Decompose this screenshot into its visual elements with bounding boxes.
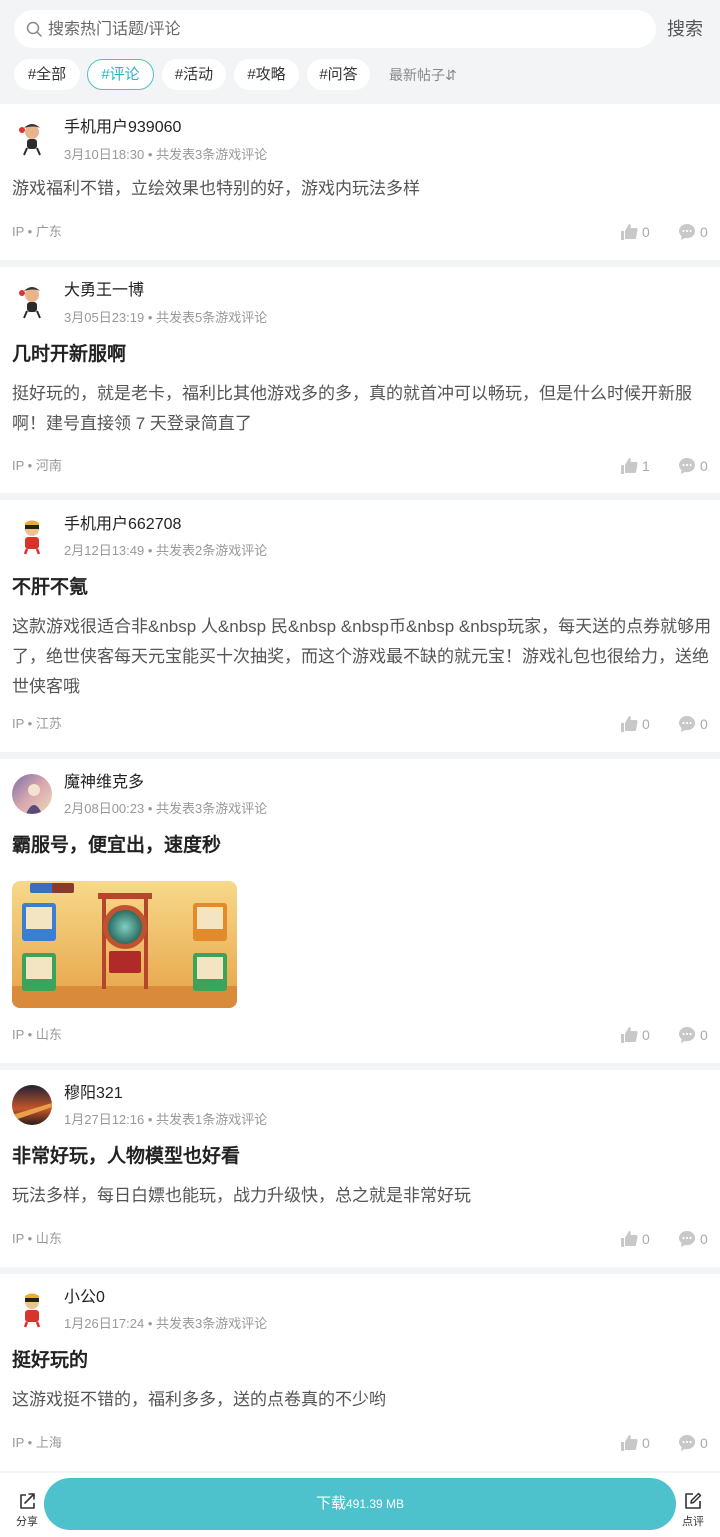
ip-location: IP • 山东 bbox=[12, 1231, 62, 1246]
rate-label: 点评 bbox=[682, 1516, 704, 1528]
tag-qa[interactable]: #问答 bbox=[307, 59, 370, 90]
comment-icon bbox=[679, 224, 695, 240]
search-icon bbox=[26, 21, 42, 37]
post-title: 霸服号，便宜出，速度秒 bbox=[12, 835, 222, 856]
username[interactable]: 手机用户662708 bbox=[64, 515, 181, 535]
download-button[interactable]: 下载491.39 MB bbox=[44, 1478, 676, 1530]
post-meta: 1月27日12:16 • 共发表1条游戏评论 bbox=[64, 1112, 268, 1127]
thumbs-up-icon bbox=[621, 224, 638, 240]
avatar[interactable] bbox=[12, 1085, 52, 1125]
tag-comments[interactable]: #评论 bbox=[87, 59, 154, 90]
comment-count: 0 bbox=[700, 716, 708, 732]
comment-icon bbox=[679, 1435, 695, 1451]
header-bar: 搜索热门话题/评论 搜索 #全部 #评论 #活动 #攻略 #问答 最新帖子⇵ bbox=[0, 0, 720, 104]
post-card[interactable]: 小公0 1月26日17:24 • 共发表3条游戏评论 挺好玩的 这游戏挺不错的，… bbox=[0, 1274, 720, 1471]
share-icon bbox=[20, 1493, 35, 1509]
ip-location: IP • 山东 bbox=[12, 1027, 62, 1042]
username[interactable]: 大勇王一博 bbox=[64, 281, 144, 301]
avatar[interactable] bbox=[12, 774, 52, 814]
comment-count: 0 bbox=[700, 1231, 708, 1247]
comment-icon bbox=[679, 1231, 695, 1247]
thumbs-up-icon bbox=[621, 458, 638, 474]
post-card[interactable]: 手机用户939060 3月10日18:30 • 共发表3条游戏评论 游戏福利不错… bbox=[0, 104, 720, 260]
ip-location: IP • 江苏 bbox=[12, 716, 62, 731]
username[interactable]: 魔神维克多 bbox=[64, 773, 144, 793]
comment-icon bbox=[679, 458, 695, 474]
avatar[interactable] bbox=[12, 1289, 52, 1329]
comment-count: 0 bbox=[700, 1435, 708, 1451]
search-placeholder: 搜索热门话题/评论 bbox=[48, 21, 181, 38]
thumbs-up-icon bbox=[621, 716, 638, 732]
comment-count: 0 bbox=[700, 224, 708, 240]
post-card[interactable]: 大勇王一博 3月05日23:19 • 共发表5条游戏评论 几时开新服啊 挺好玩的… bbox=[0, 267, 720, 493]
share-label: 分享 bbox=[16, 1516, 38, 1528]
tag-events[interactable]: #活动 bbox=[162, 59, 226, 90]
post-body: 这款游戏很适合非&nbsp 人&nbsp 民&nbsp &nbsp币&nbsp … bbox=[12, 617, 712, 696]
share-button[interactable]: 分享 bbox=[10, 1491, 44, 1531]
thumbs-up-icon bbox=[621, 1231, 638, 1247]
download-label: 下载 bbox=[315, 1495, 346, 1512]
like-count: 0 bbox=[642, 1027, 650, 1043]
post-card[interactable]: 手机用户662708 2月12日13:49 • 共发表2条游戏评论 不肝不氪 这… bbox=[0, 500, 720, 752]
sort-dropdown[interactable]: 最新帖子⇵ bbox=[389, 66, 457, 84]
username[interactable]: 小公0 bbox=[64, 1288, 105, 1308]
avatar[interactable] bbox=[12, 118, 52, 158]
avatar[interactable] bbox=[12, 281, 52, 321]
like-count: 0 bbox=[642, 1231, 650, 1247]
post-meta: 1月26日17:24 • 共发表3条游戏评论 bbox=[64, 1316, 268, 1331]
post-meta: 3月05日23:19 • 共发表5条游戏评论 bbox=[64, 310, 268, 325]
search-input[interactable]: 搜索热门话题/评论 bbox=[14, 10, 656, 48]
avatar[interactable] bbox=[12, 516, 52, 556]
like-count: 0 bbox=[642, 1435, 650, 1451]
tag-all[interactable]: #全部 bbox=[14, 59, 80, 90]
rate-button[interactable]: 点评 bbox=[676, 1491, 710, 1531]
post-body: 游戏福利不错，立绘效果也特别的好，游戏内玩法多样 bbox=[12, 179, 420, 198]
like-count: 0 bbox=[642, 716, 650, 732]
username[interactable]: 穆阳321 bbox=[64, 1084, 123, 1104]
comment-icon bbox=[679, 1027, 695, 1043]
comment-icon bbox=[679, 716, 695, 732]
ip-location: IP • 广东 bbox=[12, 224, 62, 239]
ip-location: IP • 上海 bbox=[12, 1435, 62, 1450]
ip-location: IP • 河南 bbox=[12, 458, 62, 473]
post-title: 挺好玩的 bbox=[12, 1350, 89, 1371]
post-title: 非常好玩，人物模型也好看 bbox=[12, 1146, 241, 1167]
post-meta: 2月08日00:23 • 共发表3条游戏评论 bbox=[64, 801, 268, 816]
post-title: 几时开新服啊 bbox=[12, 344, 127, 365]
edit-icon bbox=[685, 1492, 702, 1509]
username[interactable]: 手机用户939060 bbox=[64, 118, 181, 138]
like-count: 0 bbox=[642, 224, 650, 240]
post-meta: 3月10日18:30 • 共发表3条游戏评论 bbox=[64, 147, 268, 162]
post-body: 挺好玩的，就是老卡，福利比其他游戏多的多，真的就首冲可以畅玩，但是什么时候开新服… bbox=[12, 384, 692, 433]
comment-count: 0 bbox=[700, 458, 708, 474]
post-title: 不肝不氪 bbox=[12, 577, 89, 598]
post-body: 玩法多样，每日白嫖也能玩，战力升级快，总之就是非常好玩 bbox=[12, 1186, 471, 1205]
post-meta: 2月12日13:49 • 共发表2条游戏评论 bbox=[64, 543, 268, 558]
tag-guides[interactable]: #攻略 bbox=[234, 59, 299, 90]
post-card[interactable]: 穆阳321 1月27日12:16 • 共发表1条游戏评论 非常好玩，人物模型也好… bbox=[0, 1070, 720, 1267]
thumbs-up-icon bbox=[621, 1027, 638, 1043]
bottom-bar: 分享 下载491.39 MB 点评 bbox=[0, 1473, 720, 1537]
post-image[interactable] bbox=[12, 881, 237, 1008]
download-size: 491.39 MB bbox=[345, 1497, 405, 1511]
thumbs-up-icon bbox=[621, 1435, 638, 1451]
post-card[interactable]: 魔神维克多 2月08日00:23 • 共发表3条游戏评论 霸服号，便宜出，速度秒 bbox=[0, 759, 720, 1063]
post-body: 这游戏挺不错的，福利多多，送的点卷真的不少哟 bbox=[12, 1390, 386, 1409]
search-button[interactable]: 搜索 bbox=[667, 18, 703, 40]
comment-count: 0 bbox=[700, 1027, 708, 1043]
like-count: 1 bbox=[642, 458, 650, 474]
